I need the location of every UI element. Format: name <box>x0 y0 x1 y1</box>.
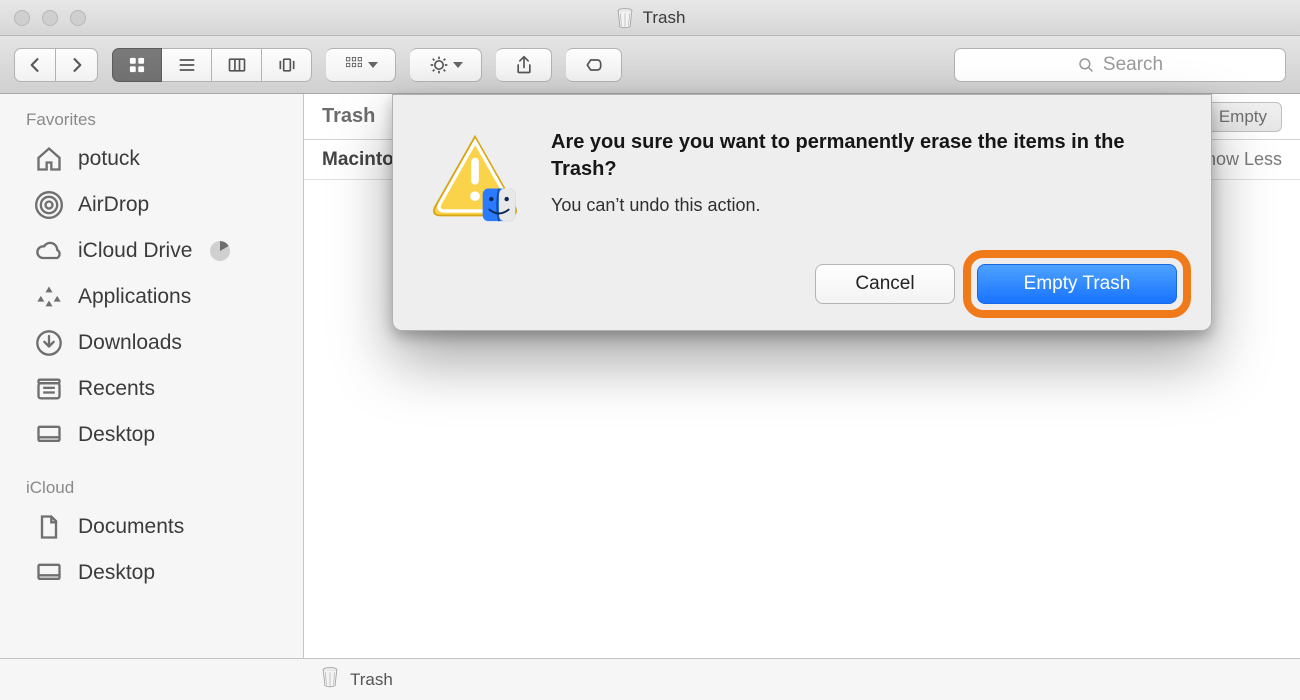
empty-trash-button[interactable]: Empty <box>1204 102 1282 132</box>
nav-forward-button[interactable] <box>56 48 98 82</box>
dialog-heading: Are you sure you want to permanently era… <box>551 129 1177 183</box>
nav-buttons <box>14 48 98 82</box>
desktop-icon <box>34 420 64 450</box>
document-icon <box>34 512 64 542</box>
search-input[interactable]: Search <box>954 48 1286 82</box>
content-pane: Trash Empty Macintosh HD Show Less <box>304 94 1300 658</box>
applications-icon <box>34 282 64 312</box>
window-title-text: Trash <box>643 8 686 28</box>
sidebar-item-label: Downloads <box>78 331 182 355</box>
sidebar-item-label: iCloud Drive <box>78 239 192 263</box>
chevron-down-icon <box>368 62 378 68</box>
trash-icon <box>615 7 635 29</box>
sidebar-item-label: Applications <box>78 285 191 309</box>
sidebar-item-applications[interactable]: Applications <box>0 274 303 320</box>
tags-button[interactable] <box>566 48 622 82</box>
gallery-view-button[interactable] <box>262 48 312 82</box>
window-zoom-button[interactable] <box>70 10 86 26</box>
action-menu-button[interactable] <box>410 48 482 82</box>
downloads-icon <box>34 328 64 358</box>
icon-view-button[interactable] <box>112 48 162 82</box>
sidebar-item-airdrop[interactable]: AirDrop <box>0 182 303 228</box>
home-icon <box>34 144 64 174</box>
window-close-button[interactable] <box>14 10 30 26</box>
path-bar: Trash <box>0 658 1300 700</box>
empty-button-label: Empty <box>1219 107 1267 127</box>
confirm-empty-trash-dialog: Are you sure you want to permanently era… <box>392 94 1212 331</box>
toolbar: Search <box>0 36 1300 94</box>
window-title: Trash <box>0 7 1300 29</box>
cancel-button-label: Cancel <box>855 273 914 295</box>
view-mode-switcher <box>112 48 312 82</box>
cancel-button[interactable]: Cancel <box>815 264 955 304</box>
icloud-sync-progress-icon <box>210 241 230 261</box>
sidebar-heading-icloud: iCloud <box>0 472 303 504</box>
sidebar-item-desktop[interactable]: Desktop <box>0 412 303 458</box>
trash-icon <box>320 666 340 693</box>
search-icon <box>1077 56 1095 74</box>
list-view-button[interactable] <box>162 48 212 82</box>
dialog-text: Are you sure you want to permanently era… <box>551 129 1177 230</box>
sidebar-item-icloud-drive[interactable]: iCloud Drive <box>0 228 303 274</box>
empty-trash-confirm-button[interactable]: Empty Trash <box>977 264 1177 304</box>
empty-trash-confirm-label: Empty Trash <box>1024 273 1131 295</box>
titlebar: Trash <box>0 0 1300 36</box>
nav-back-button[interactable] <box>14 48 56 82</box>
sidebar-heading-favorites: Favorites <box>0 104 303 136</box>
column-view-button[interactable] <box>212 48 262 82</box>
path-bar-label[interactable]: Trash <box>350 670 393 690</box>
sidebar-item-label: AirDrop <box>78 193 149 217</box>
sidebar-item-label: potuck <box>78 147 140 171</box>
sidebar-item-label: Desktop <box>78 561 155 585</box>
sidebar-item-desktop-icloud[interactable]: Desktop <box>0 550 303 596</box>
warning-icon <box>427 129 523 230</box>
sidebar-item-label: Documents <box>78 515 184 539</box>
airdrop-icon <box>34 190 64 220</box>
sidebar-item-label: Recents <box>78 377 155 401</box>
search-placeholder: Search <box>1103 54 1163 76</box>
cloud-icon <box>34 236 64 266</box>
chevron-down-icon <box>453 62 463 68</box>
sidebar-item-label: Desktop <box>78 423 155 447</box>
sidebar: Favorites potuck AirDrop iCloud Drive <box>0 94 304 658</box>
share-button[interactable] <box>496 48 552 82</box>
content-title: Trash <box>322 105 375 128</box>
sidebar-item-downloads[interactable]: Downloads <box>0 320 303 366</box>
sidebar-item-documents[interactable]: Documents <box>0 504 303 550</box>
window-minimize-button[interactable] <box>42 10 58 26</box>
sidebar-item-potuck[interactable]: potuck <box>0 136 303 182</box>
desktop-icon <box>34 558 64 588</box>
traffic-lights <box>14 10 86 26</box>
group-by-dropdown[interactable] <box>326 48 396 82</box>
recents-icon <box>34 374 64 404</box>
sidebar-item-recents[interactable]: Recents <box>0 366 303 412</box>
dialog-message: You can’t undo this action. <box>551 195 1177 216</box>
